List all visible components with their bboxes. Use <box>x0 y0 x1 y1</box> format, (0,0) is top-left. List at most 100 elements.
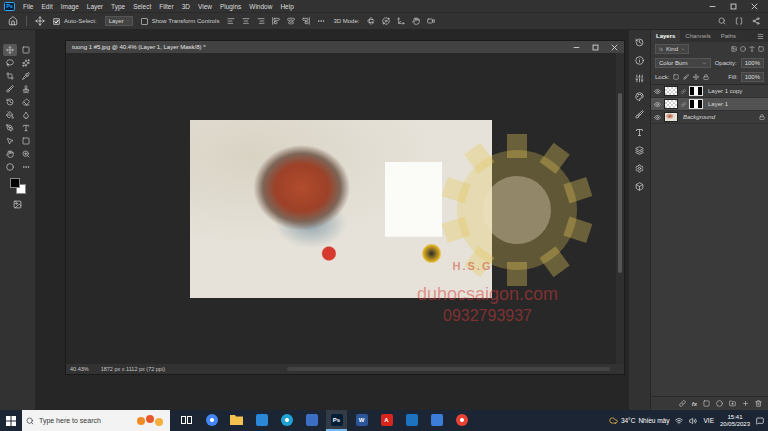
menu-item[interactable]: Type <box>111 3 125 10</box>
rotate-3d-icon[interactable] <box>367 17 375 25</box>
weather[interactable]: 34°CNhiều mây <box>609 416 670 425</box>
taskbar-app[interactable] <box>226 410 247 431</box>
doc-maximize-icon[interactable] <box>592 44 599 51</box>
taskbar-app[interactable] <box>401 410 422 431</box>
mask-thumbnail[interactable] <box>689 99 703 109</box>
panel-tab[interactable]: Channels <box>680 30 715 42</box>
lock-position-icon[interactable] <box>693 74 699 80</box>
eye-icon[interactable] <box>654 88 661 95</box>
tool-button[interactable] <box>19 109 33 121</box>
fill-field[interactable]: 100% <box>741 72 764 82</box>
align-left-icon[interactable] <box>227 17 235 25</box>
workspace-icon[interactable] <box>735 17 743 25</box>
taskbar-app[interactable] <box>251 410 272 431</box>
foreground-swatch[interactable] <box>10 178 20 188</box>
slide-3d-icon[interactable] <box>412 17 420 25</box>
wifi-icon[interactable] <box>675 417 683 425</box>
menu-item[interactable]: View <box>198 3 212 10</box>
vertical-scrollbar[interactable] <box>616 53 624 364</box>
menu-item[interactable]: Image <box>61 3 79 10</box>
filter-dropdown[interactable]: Kind <box>655 44 689 54</box>
brush-settings-icon[interactable] <box>635 110 644 119</box>
share-icon[interactable] <box>752 17 760 25</box>
lock-pixels-icon[interactable] <box>673 74 679 80</box>
adjustment-filter-icon[interactable] <box>740 46 746 52</box>
tool-button[interactable] <box>19 122 33 134</box>
volume-icon[interactable] <box>689 417 697 425</box>
tool-button[interactable] <box>19 148 33 160</box>
layer-row[interactable]: Layer 1 <box>651 98 768 111</box>
search-box[interactable]: Type here to search <box>22 410 170 431</box>
more-icon[interactable] <box>317 17 325 25</box>
zoom-level[interactable]: 40.43% <box>70 366 89 372</box>
blend-mode-dropdown[interactable]: Color Burn <box>655 58 711 68</box>
type-filter-icon[interactable] <box>749 46 755 52</box>
tool-button[interactable] <box>19 44 33 56</box>
taskbar-app[interactable] <box>276 410 297 431</box>
panel-tab[interactable]: Paths <box>716 30 741 42</box>
opacity-field[interactable]: 100% <box>741 58 764 68</box>
tool-button[interactable] <box>3 83 17 95</box>
eye-icon[interactable] <box>654 101 661 108</box>
minimize-icon[interactable] <box>709 3 716 10</box>
trash-icon[interactable] <box>755 400 762 407</box>
tool-button[interactable] <box>3 122 17 134</box>
move-tool-icon[interactable] <box>35 16 45 26</box>
drag-3d-icon[interactable] <box>397 17 405 25</box>
scroll-thumb[interactable] <box>618 93 622 273</box>
taskbar-app[interactable] <box>451 410 472 431</box>
align-bottom-icon[interactable] <box>302 17 310 25</box>
tool-button[interactable] <box>3 161 17 173</box>
link-layers-icon[interactable] <box>679 400 686 407</box>
tool-button[interactable] <box>3 70 17 82</box>
tool-button[interactable] <box>19 83 33 95</box>
doc-close-icon[interactable] <box>611 44 618 51</box>
language[interactable]: VIE <box>703 417 713 424</box>
align-center-icon[interactable] <box>242 17 250 25</box>
menu-item[interactable]: File <box>23 3 33 10</box>
tool-button[interactable] <box>3 57 17 69</box>
search-icon[interactable] <box>718 17 726 25</box>
tool-button[interactable] <box>3 44 17 56</box>
panel-tab[interactable]: Layers <box>651 30 680 42</box>
new-layer-icon[interactable] <box>742 400 749 407</box>
tool-button[interactable] <box>19 57 33 69</box>
tool-button[interactable] <box>19 70 33 82</box>
lock-paint-icon[interactable] <box>683 74 689 80</box>
menu-item[interactable]: Select <box>133 3 151 10</box>
layers-icon[interactable] <box>635 146 644 155</box>
tool-button[interactable] <box>19 161 33 173</box>
eye-icon[interactable] <box>654 114 661 121</box>
taskbar-app[interactable]: W <box>351 410 372 431</box>
menu-item[interactable]: Plugins <box>220 3 241 10</box>
canvas-image[interactable] <box>190 120 492 298</box>
tool-button[interactable] <box>3 148 17 160</box>
lock-all-icon[interactable] <box>703 74 709 80</box>
add-mask-icon[interactable] <box>703 400 710 407</box>
maximize-icon[interactable] <box>730 3 737 10</box>
link-icon[interactable] <box>681 89 686 94</box>
doc-minimize-icon[interactable] <box>573 44 580 51</box>
shape-filter-icon[interactable] <box>758 46 764 52</box>
align-top-icon[interactable] <box>272 17 280 25</box>
taskbar-app[interactable] <box>201 410 222 431</box>
menu-item[interactable]: Layer <box>87 3 103 10</box>
horizontal-scrollbar[interactable] <box>287 367 610 371</box>
tool-button[interactable] <box>3 109 17 121</box>
history-icon[interactable] <box>635 38 644 47</box>
tool-button[interactable] <box>3 135 17 147</box>
3d-icon[interactable] <box>635 182 644 191</box>
color-icon[interactable] <box>635 92 644 101</box>
adjustment-layer-icon[interactable] <box>716 400 723 407</box>
auto-select-option[interactable]: Auto-Select: <box>53 18 97 25</box>
layer-row[interactable]: Background <box>651 111 768 124</box>
taskbar-app[interactable]: Ps <box>326 410 347 431</box>
menu-item[interactable]: Help <box>280 3 293 10</box>
panel-menu[interactable] <box>757 30 768 42</box>
start-button[interactable] <box>0 410 22 431</box>
taskbar-app[interactable] <box>176 410 197 431</box>
notifications-icon[interactable] <box>756 417 764 425</box>
transform-option[interactable]: Show Transform Controls <box>141 18 220 25</box>
clock[interactable]: 15:4120/05/2023 <box>720 414 750 428</box>
link-icon[interactable] <box>681 102 686 107</box>
